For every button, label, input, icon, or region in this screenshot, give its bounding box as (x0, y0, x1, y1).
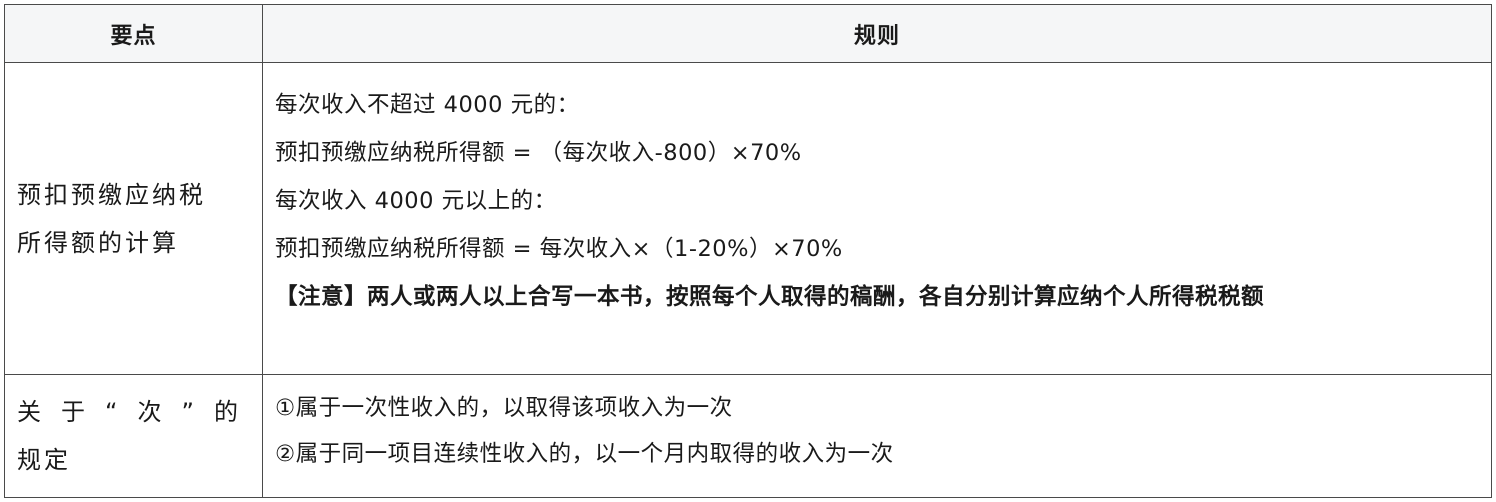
rule-line: 预扣预缴应纳税所得额 = （每次收入-800）×70% (275, 140, 802, 166)
rules-table: 要点 规则 预扣预缴应纳税 所得额的计算 每次收入不超过 4000 元的： 预扣… (4, 4, 1492, 498)
rule-text: 每次收入不超过 4000 元的： 预扣预缴应纳税所得额 = （每次收入-800）… (275, 81, 1475, 321)
rule-line: 每次收入 4000 元以上的： (275, 188, 557, 214)
table-row: 预扣预缴应纳税 所得额的计算 每次收入不超过 4000 元的： 预扣预缴应纳税所… (5, 63, 1491, 375)
rule-line: 每次收入不超过 4000 元的： (275, 92, 580, 118)
header-cell-rule: 规则 (263, 5, 1491, 62)
point-text-line: 规定 (17, 446, 71, 474)
table-header-row: 要点 规则 (5, 5, 1491, 63)
point-cell: 关 于 “ 次 ” 的 规定 (5, 375, 263, 497)
rule-line: ②属于同一项目连续性收入的，以一个月内取得的收入为一次 (275, 441, 894, 467)
rule-cell: 每次收入不超过 4000 元的： 预扣预缴应纳税所得额 = （每次收入-800）… (263, 63, 1491, 374)
point-char: ” (181, 398, 197, 426)
header-label-rule: 规则 (853, 23, 900, 49)
point-text: 关 于 “ 次 ” 的 规定 (17, 375, 253, 497)
point-char: 的 (213, 398, 241, 426)
rule-line: ①属于一次性收入的，以取得该项收入为一次 (275, 395, 733, 421)
point-char: “ (105, 398, 121, 426)
table-row: 关 于 “ 次 ” 的 规定 ①属于一次性收入的，以取得该项收入为一次 ②属于同… (5, 375, 1491, 497)
point-char: 次 (137, 398, 165, 426)
header-label-point: 要点 (110, 23, 157, 49)
rule-note: 【注意】两人或两人以上合写一本书，按照每个人取得的稿酬，各自分别计算应纳个人所得… (275, 284, 1265, 310)
rule-text: ①属于一次性收入的，以取得该项收入为一次 ②属于同一项目连续性收入的，以一个月内… (275, 385, 1475, 477)
point-char: 于 (61, 398, 89, 426)
point-cell: 预扣预缴应纳税 所得额的计算 (5, 63, 263, 374)
point-text-line: 预扣预缴应纳税 (17, 180, 206, 209)
point-char: 关 (17, 398, 44, 426)
header-cell-point: 要点 (5, 5, 263, 62)
rule-line: 预扣预缴应纳税所得额 = 每次收入×（1-20%）×70% (275, 236, 843, 262)
point-text: 预扣预缴应纳税 所得额的计算 (17, 63, 253, 374)
rule-cell: ①属于一次性收入的，以取得该项收入为一次 ②属于同一项目连续性收入的，以一个月内… (263, 375, 1491, 497)
point-text-line: 所得额的计算 (17, 228, 179, 257)
point-text-line: 关 于 “ 次 ” 的 (17, 388, 241, 436)
